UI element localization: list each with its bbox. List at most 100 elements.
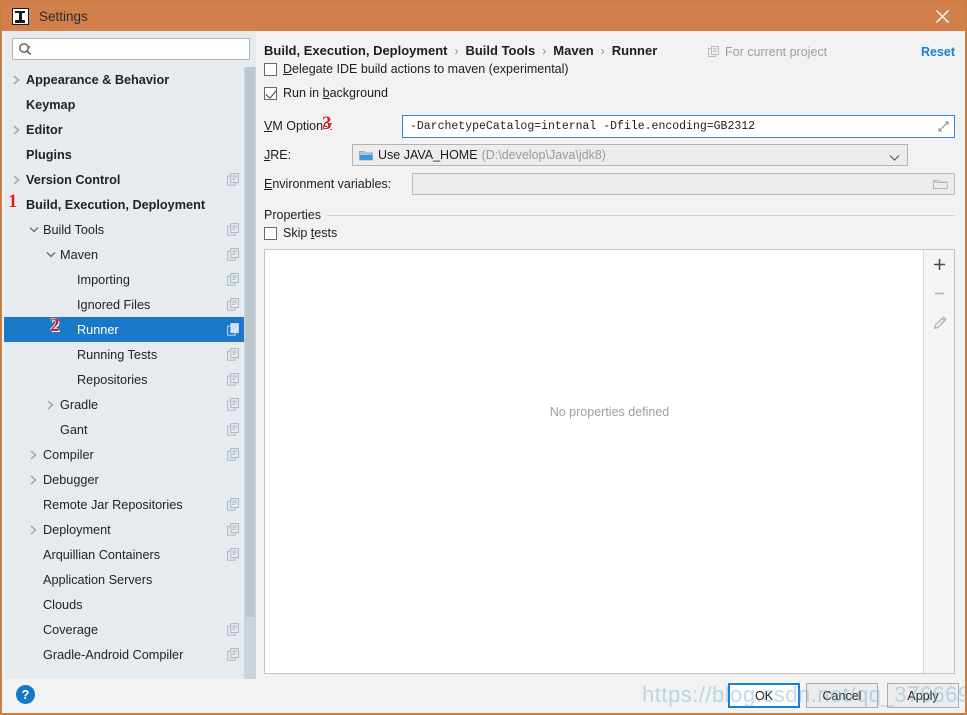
sidebar-item-maven[interactable]: Maven bbox=[4, 242, 256, 267]
sidebar-item-label: Appearance & Behavior bbox=[26, 72, 170, 87]
delegate-ide-build-checkbox-row[interactable]: DDelegate IDE build actions to maven (ex… bbox=[264, 62, 569, 76]
sidebar-item-build-execution-deployment[interactable]: Build, Execution, Deployment bbox=[4, 192, 256, 217]
sidebar-item-compiler[interactable]: Compiler bbox=[4, 442, 256, 467]
sidebar-item-gradle-android-compiler[interactable]: Gradle-Android Compiler bbox=[4, 642, 256, 667]
sidebar-item-ignored-files[interactable]: Ignored Files bbox=[4, 292, 256, 317]
sidebar-item-runner[interactable]: Runner bbox=[4, 317, 256, 342]
vm-options-label: VM Options: bbox=[264, 119, 333, 133]
ok-button[interactable]: OK bbox=[728, 683, 800, 708]
sidebar-item-running-tests[interactable]: Running Tests bbox=[4, 342, 256, 367]
breadcrumb-item: Runner bbox=[611, 43, 658, 58]
settings-dialog: Settings Appearance & Behavior Keymap Edit… bbox=[0, 0, 967, 715]
project-scope-icon bbox=[227, 623, 240, 636]
sidebar-item-appearance-behavior[interactable]: Appearance & Behavior bbox=[4, 67, 256, 92]
expand-editor-icon[interactable] bbox=[938, 121, 949, 132]
sidebar-item-build-tools[interactable]: Build Tools bbox=[4, 217, 256, 242]
chevron-right-icon[interactable] bbox=[27, 473, 40, 486]
sidebar-item-clouds[interactable]: Clouds bbox=[4, 592, 256, 617]
window-title: Settings bbox=[39, 9, 88, 24]
sidebar-item-debugger[interactable]: Debugger bbox=[4, 467, 256, 492]
jre-value: Use JAVA_HOME (D:\develop\Java\jdk8) bbox=[378, 148, 606, 162]
skip-tests-checkbox[interactable] bbox=[264, 226, 277, 240]
project-scope-icon bbox=[227, 223, 240, 236]
project-scope-icon bbox=[227, 423, 240, 436]
remove-property-button[interactable] bbox=[924, 279, 955, 308]
apply-button[interactable]: Apply bbox=[887, 683, 959, 708]
sidebar-item-coverage[interactable]: Coverage bbox=[4, 617, 256, 642]
jre-select[interactable]: Use JAVA_HOME (D:\develop\Java\jdk8) bbox=[352, 144, 908, 166]
chevron-right-icon[interactable] bbox=[27, 448, 40, 461]
sidebar-item-label: Repositories bbox=[77, 372, 148, 387]
project-scope-icon bbox=[227, 323, 240, 336]
vm-options-input[interactable] bbox=[408, 119, 928, 134]
sidebar-item-remote-jar-repositories[interactable]: Remote Jar Repositories bbox=[4, 492, 256, 517]
sidebar-scrollbar-track[interactable] bbox=[244, 67, 256, 679]
search-box[interactable] bbox=[12, 38, 250, 60]
sidebar-item-arquillian-containers[interactable]: Arquillian Containers bbox=[4, 542, 256, 567]
run-in-background-checkbox[interactable] bbox=[264, 86, 277, 100]
sidebar-item-label: Build Tools bbox=[43, 222, 105, 237]
chevron-down-icon[interactable] bbox=[889, 151, 900, 165]
chevron-right-icon[interactable] bbox=[10, 123, 23, 136]
cancel-button[interactable]: Cancel bbox=[806, 683, 878, 708]
sidebar-item-label: Arquillian Containers bbox=[43, 547, 161, 562]
project-scope-icon bbox=[227, 348, 240, 361]
chevron-right-icon[interactable] bbox=[44, 398, 57, 411]
sidebar-item-application-servers[interactable]: Application Servers bbox=[4, 567, 256, 592]
sidebar-item-importing[interactable]: Importing bbox=[4, 267, 256, 292]
chevron-down-icon[interactable] bbox=[27, 223, 40, 236]
settings-sidebar: Appearance & Behavior Keymap Editor Plugins… bbox=[4, 31, 256, 679]
sidebar-item-label: Build, Execution, Deployment bbox=[26, 197, 206, 212]
sidebar-item-label: Plugins bbox=[26, 147, 72, 162]
delegate-ide-build-checkbox[interactable] bbox=[264, 62, 277, 76]
chevron-right-icon[interactable] bbox=[10, 173, 23, 186]
properties-empty-text: No properties defined bbox=[549, 405, 670, 419]
jre-label: JRE: bbox=[264, 148, 292, 162]
properties-table[interactable]: No properties defined bbox=[264, 249, 955, 674]
environment-variables-label: Environment variables: bbox=[264, 177, 392, 191]
environment-variables-field[interactable] bbox=[412, 173, 955, 195]
search-input[interactable] bbox=[36, 40, 236, 58]
sidebar-scrollbar-thumb[interactable] bbox=[245, 67, 255, 617]
sidebar-item-gradle[interactable]: Gradle bbox=[4, 392, 256, 417]
jre-path: (D:\develop\Java\jdk8) bbox=[481, 148, 606, 162]
sidebar-item-gant[interactable]: Gant bbox=[4, 417, 256, 442]
sidebar-item-plugins[interactable]: Plugins bbox=[4, 142, 256, 167]
folder-browse-icon[interactable] bbox=[933, 178, 948, 190]
reset-link[interactable]: Reset bbox=[921, 45, 955, 59]
chevron-right-icon[interactable] bbox=[10, 73, 23, 86]
project-scope-icon bbox=[227, 648, 240, 661]
breadcrumb-item: Maven bbox=[553, 43, 594, 58]
help-button[interactable]: ? bbox=[16, 685, 35, 704]
close-icon[interactable] bbox=[919, 2, 965, 31]
project-scope-icon bbox=[227, 448, 240, 461]
search-icon bbox=[18, 42, 33, 56]
sidebar-item-deployment[interactable]: Deployment bbox=[4, 517, 256, 542]
sidebar-item-repositories[interactable]: Repositories bbox=[4, 367, 256, 392]
settings-tree[interactable]: Appearance & Behavior Keymap Editor Plugins… bbox=[4, 67, 256, 679]
folder-icon bbox=[359, 149, 373, 161]
edit-property-button[interactable] bbox=[924, 308, 955, 337]
sidebar-item-version-control[interactable]: Version Control bbox=[4, 167, 256, 192]
vm-options-field[interactable] bbox=[402, 115, 955, 138]
project-scope-icon bbox=[227, 498, 240, 511]
add-property-button[interactable] bbox=[924, 250, 955, 279]
project-scope-icon bbox=[227, 273, 240, 286]
breadcrumb-item: Build Tools bbox=[465, 43, 536, 58]
chevron-down-icon[interactable] bbox=[44, 248, 57, 261]
sidebar-item-editor[interactable]: Editor bbox=[4, 117, 256, 142]
sidebar-item-label: Ignored Files bbox=[77, 297, 151, 312]
chevron-right-icon[interactable] bbox=[27, 523, 40, 536]
sidebar-item-label: Keymap bbox=[26, 97, 76, 112]
properties-toolbar bbox=[923, 250, 954, 673]
run-in-background-checkbox-row[interactable]: Run in background bbox=[264, 86, 388, 100]
skip-tests-checkbox-row[interactable]: Skip tests bbox=[264, 226, 337, 240]
sidebar-item-keymap[interactable]: Keymap bbox=[4, 92, 256, 117]
scope-note: For current project bbox=[708, 45, 827, 59]
